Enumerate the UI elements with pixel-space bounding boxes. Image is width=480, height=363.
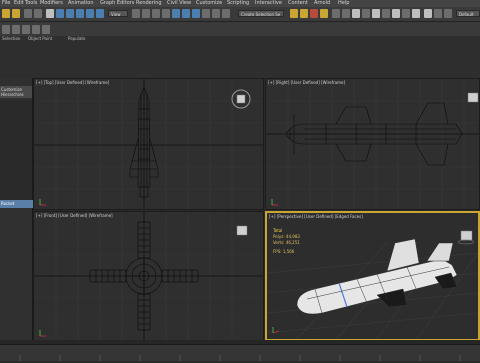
menu-content[interactable]: Content: [288, 0, 308, 7]
menu-rendering[interactable]: Rendering: [136, 0, 162, 7]
edit-named-selection-icon[interactable]: [172, 9, 180, 18]
viewport-right-label[interactable]: [+] [Right] [User Defined] [Wireframe]: [268, 80, 345, 85]
select-region-icon[interactable]: [66, 9, 74, 18]
arnold-icon-1[interactable]: [332, 9, 340, 18]
explorer-header: Customize Hierarchies: [0, 86, 32, 98]
percent-snap-icon[interactable]: [162, 9, 170, 18]
render-setup-icon[interactable]: [300, 9, 308, 18]
arnold-icon-9[interactable]: [412, 9, 420, 18]
menu-animation[interactable]: Animation: [68, 0, 94, 7]
front-viewport-canvas: [34, 212, 263, 340]
timeline-ticks: [19, 355, 461, 361]
ribbon-icon-5[interactable]: [42, 25, 50, 34]
arnold-icon-3[interactable]: [352, 9, 360, 18]
arnold-icon-10[interactable]: [424, 9, 432, 18]
stats-fps-value: 1,566: [282, 249, 295, 254]
scene-explorer: Customize Hierarchies Rocket: [0, 78, 33, 348]
pivot-icon[interactable]: [132, 9, 140, 18]
menu-graph-editors[interactable]: Graph Editors: [100, 0, 134, 7]
select-by-name-icon[interactable]: [56, 9, 64, 18]
reference-coordinate-dropdown[interactable]: View: [108, 10, 128, 17]
menu-scripting[interactable]: Scripting: [227, 0, 249, 7]
viewcube-icon: [231, 89, 251, 109]
select-object-icon[interactable]: [46, 9, 54, 18]
render-frame-icon[interactable]: [310, 9, 318, 18]
snap-icon[interactable]: [142, 9, 150, 18]
layer-icon[interactable]: [202, 9, 210, 18]
viewport-top-label[interactable]: [+] [Top] [User Defined] [Wireframe]: [36, 80, 109, 85]
menu-interactive[interactable]: Interactive: [255, 0, 282, 7]
stats-polys-value: 44,983: [285, 234, 300, 239]
ribbon: [0, 22, 480, 36]
arnold-icon-11[interactable]: [434, 9, 442, 18]
menu-help[interactable]: Help: [338, 0, 349, 7]
render-icon[interactable]: [320, 9, 328, 18]
scene-explorer-icon[interactable]: [212, 9, 220, 18]
viewport-top[interactable]: [+] [Top] [User Defined] [Wireframe]: [33, 78, 264, 210]
explorer-header-label: Customize Hierarchies: [1, 87, 24, 97]
undo-icon[interactable]: [2, 9, 10, 18]
viewcube-icon-perspective: [457, 230, 475, 245]
menu-modifiers[interactable]: Modifiers: [40, 0, 63, 7]
ribbon-icon-3[interactable]: [22, 25, 30, 34]
top-viewport-canvas: [34, 79, 263, 209]
statistics-overlay: Total Polys: 44,983 Verts: 46,251 FPS: 1…: [273, 228, 300, 255]
ribbon-panel: [0, 42, 480, 78]
menu-edit[interactable]: Edit: [14, 0, 24, 7]
curve-editor-icon[interactable]: [222, 9, 230, 18]
menu-civil-view[interactable]: Civil View: [167, 0, 191, 7]
stats-verts: Verts: 46,251: [273, 240, 300, 246]
viewport-perspective[interactable]: [+] [Perspective] [User Defined] [Edged …: [265, 211, 480, 341]
arnold-icon-7[interactable]: [392, 9, 400, 18]
stats-verts-label: Verts:: [273, 240, 285, 245]
ribbon-icon-1[interactable]: [2, 25, 10, 34]
viewport-perspective-label[interactable]: [+] [Perspective] [User Defined] [Edged …: [269, 214, 363, 219]
menu-file[interactable]: File: [2, 0, 10, 7]
arnold-icon-6[interactable]: [382, 9, 390, 18]
arnold-icon-5[interactable]: [372, 9, 380, 18]
menu-arnold[interactable]: Arnold: [314, 0, 330, 7]
workspace-dropdown[interactable]: Default: [456, 10, 480, 17]
rotate-icon[interactable]: [86, 9, 94, 18]
menu-tools[interactable]: Tools: [25, 0, 37, 7]
stats-fps-label: FPS:: [273, 249, 282, 254]
viewcube-icon-right: [467, 92, 479, 103]
viewport-front-label[interactable]: [+] [Front] [User Defined] [Wireframe]: [36, 213, 113, 218]
unlink-icon[interactable]: [34, 9, 42, 18]
arnold-icon-8[interactable]: [402, 9, 410, 18]
selection-set-dropdown[interactable]: Create Selection Se: [238, 10, 284, 17]
stats-fps: FPS: 1,566: [273, 249, 300, 255]
viewcube-icon-front: [236, 225, 248, 236]
move-icon[interactable]: [76, 9, 84, 18]
link-icon[interactable]: [24, 9, 32, 18]
time-slider[interactable]: [0, 344, 480, 361]
stats-polys-label: Polys:: [273, 234, 285, 239]
angle-snap-icon[interactable]: [152, 9, 160, 18]
viewport-right[interactable]: [+] [Right] [User Defined] [Wireframe]: [265, 78, 480, 210]
viewport-front[interactable]: [+] [Front] [User Defined] [Wireframe]: [33, 211, 264, 341]
stats-verts-value: 46,251: [285, 240, 300, 245]
align-icon[interactable]: [192, 9, 200, 18]
axis-gizmo-icon-front: [39, 330, 46, 337]
ribbon-icon-4[interactable]: [32, 25, 40, 34]
material-editor-icon[interactable]: [290, 9, 298, 18]
arnold-icon-4[interactable]: [362, 9, 370, 18]
arnold-icon-2[interactable]: [342, 9, 350, 18]
explorer-selected-item[interactable]: Rocket: [0, 200, 33, 208]
explorer-list[interactable]: [0, 100, 32, 200]
mirror-icon[interactable]: [182, 9, 190, 18]
right-viewport-canvas: [266, 79, 479, 209]
menu-bar: File Edit Tools Modifiers Animation Grap…: [0, 0, 480, 7]
menu-customize[interactable]: Customize: [196, 0, 222, 7]
redo-icon[interactable]: [12, 9, 20, 18]
scale-icon[interactable]: [96, 9, 104, 18]
ribbon-icon-2[interactable]: [12, 25, 20, 34]
axis-gizmo-icon: [39, 199, 46, 206]
main-toolbar: View Create Selection Se Default: [0, 7, 480, 22]
arnold-icon-12[interactable]: [444, 9, 452, 18]
axis-gizmo-icon-right: [271, 199, 278, 206]
